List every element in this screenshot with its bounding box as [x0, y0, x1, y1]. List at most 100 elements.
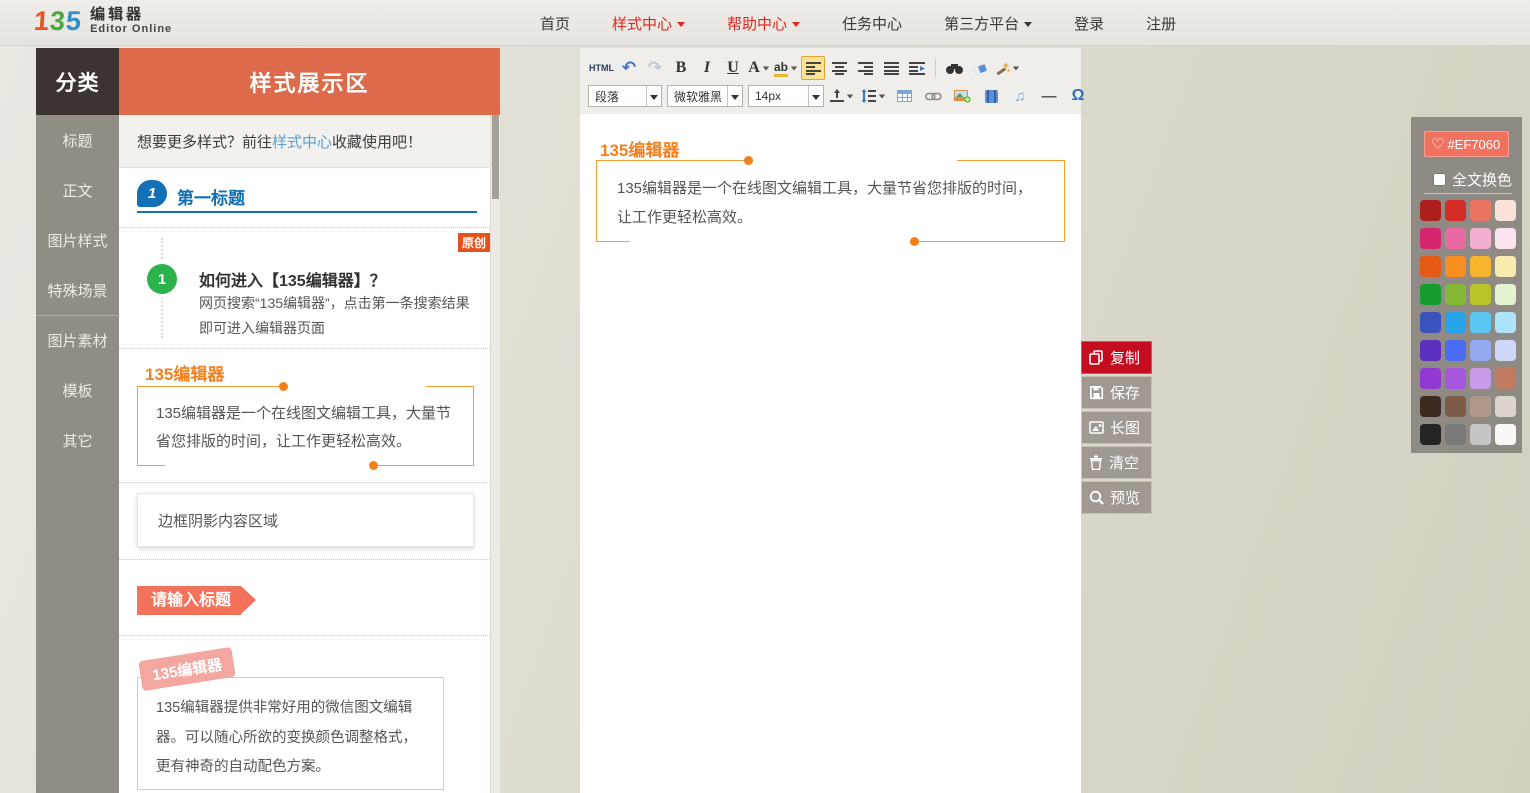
- nav-item-login[interactable]: 登录: [1074, 13, 1104, 34]
- color-swatch[interactable]: [1495, 424, 1516, 445]
- color-swatch[interactable]: [1495, 228, 1516, 249]
- color-swatch[interactable]: [1420, 256, 1441, 277]
- color-swatch[interactable]: [1420, 340, 1441, 361]
- redo-button[interactable]: ↷: [643, 56, 667, 80]
- color-swatch[interactable]: [1495, 340, 1516, 361]
- bold-button[interactable]: B: [669, 56, 693, 80]
- font-color-button[interactable]: A: [747, 56, 771, 80]
- color-swatch[interactable]: [1420, 396, 1441, 417]
- nav-item-third-party[interactable]: 第三方平台: [944, 13, 1032, 34]
- editor-content-body[interactable]: 135编辑器是一个在线图文编辑工具，大量节省您排版的时间，让工作更轻松高效。: [597, 161, 1064, 246]
- sidebar-item-title[interactable]: 标题: [36, 115, 119, 165]
- color-swatch[interactable]: [1445, 396, 1466, 417]
- shadow-box-style[interactable]: 边框阴影内容区域: [137, 493, 474, 547]
- color-swatch[interactable]: [1495, 368, 1516, 389]
- color-swatch[interactable]: [1420, 368, 1441, 389]
- orange-box-style[interactable]: 135编辑器是一个在线图文编辑工具，大量节省您排版的时间，让工作更轻松高效。: [137, 386, 474, 466]
- nav-item-home[interactable]: 首页: [540, 13, 570, 34]
- sidebar-item-other[interactable]: 其它: [36, 415, 119, 465]
- insert-image-button[interactable]: [950, 84, 974, 108]
- editor-content-box[interactable]: 135编辑器是一个在线图文编辑工具，大量节省您排版的时间，让工作更轻松高效。: [596, 160, 1065, 242]
- insert-link-button[interactable]: [921, 84, 945, 108]
- font-size-select[interactable]: 14px: [748, 85, 824, 107]
- sidebar-item-image-style[interactable]: 图片样式: [36, 215, 119, 265]
- color-swatch[interactable]: [1470, 284, 1491, 305]
- style-panel-scrollbar[interactable]: [490, 115, 500, 793]
- color-swatch[interactable]: [1445, 340, 1466, 361]
- font-family-select[interactable]: 微软雅黑: [667, 85, 743, 107]
- qa-number-badge[interactable]: 1: [147, 264, 177, 294]
- insert-table-button[interactable]: [892, 84, 916, 108]
- color-swatch[interactable]: [1470, 368, 1491, 389]
- align-left-button[interactable]: [801, 56, 825, 80]
- eraser-button[interactable]: [968, 56, 992, 80]
- align-right-button[interactable]: [853, 56, 877, 80]
- color-swatch[interactable]: [1495, 200, 1516, 221]
- ribbon-style[interactable]: 请输入标题: [137, 586, 241, 615]
- heading-number-badge[interactable]: 1: [137, 180, 167, 207]
- nav-item-style-center[interactable]: 样式中心: [612, 13, 685, 34]
- paragraph-select[interactable]: 段落: [588, 85, 662, 107]
- color-swatch[interactable]: [1445, 200, 1466, 221]
- long-image-button[interactable]: 长图: [1081, 411, 1152, 444]
- color-swatch[interactable]: [1495, 396, 1516, 417]
- color-swatch[interactable]: [1420, 284, 1441, 305]
- color-swatch[interactable]: [1420, 312, 1441, 333]
- color-swatch[interactable]: [1495, 312, 1516, 333]
- copy-button[interactable]: 复制: [1081, 341, 1152, 374]
- justify-button[interactable]: [879, 56, 903, 80]
- color-swatch[interactable]: [1470, 312, 1491, 333]
- color-swatch[interactable]: [1445, 284, 1466, 305]
- nav-item-register[interactable]: 注册: [1146, 13, 1176, 34]
- color-swatch[interactable]: [1445, 256, 1466, 277]
- editor-content-title[interactable]: 135编辑器: [600, 136, 679, 161]
- highlight-button[interactable]: ab: [773, 56, 799, 80]
- find-replace-button[interactable]: [942, 56, 966, 80]
- clear-button[interactable]: 清空: [1081, 446, 1152, 479]
- undo-button[interactable]: ↶: [617, 56, 641, 80]
- color-swatch[interactable]: [1445, 424, 1466, 445]
- color-swatch[interactable]: [1470, 424, 1491, 445]
- color-swatch[interactable]: [1470, 228, 1491, 249]
- sidebar-item-body-text[interactable]: 正文: [36, 165, 119, 215]
- color-swatch[interactable]: [1445, 312, 1466, 333]
- insert-hr-button[interactable]: —: [1037, 84, 1061, 108]
- orange-box-style-title[interactable]: 135编辑器: [145, 360, 224, 385]
- line-height-button[interactable]: [860, 84, 887, 108]
- color-swatch[interactable]: [1420, 424, 1441, 445]
- color-swatch[interactable]: [1470, 200, 1491, 221]
- insert-video-button[interactable]: [979, 84, 1003, 108]
- sidebar-item-template[interactable]: 模板: [36, 365, 119, 415]
- italic-button[interactable]: I: [695, 56, 719, 80]
- qa-style-title[interactable]: 如何进入【135编辑器】？: [199, 267, 386, 291]
- save-button[interactable]: 保存: [1081, 376, 1152, 409]
- app-logo[interactable]: 135 编辑器 Editor Online: [34, 4, 172, 38]
- color-swatch[interactable]: [1495, 284, 1516, 305]
- color-swatch[interactable]: [1470, 396, 1491, 417]
- color-swatch[interactable]: [1495, 256, 1516, 277]
- full-text-recolor-checkbox[interactable]: [1433, 173, 1446, 186]
- color-swatch[interactable]: [1420, 200, 1441, 221]
- pink-box-style[interactable]: 135编辑器提供非常好用的微信图文编辑器。可以随心所欲的变换颜色调整格式，更有神…: [137, 677, 444, 790]
- qa-style-body[interactable]: 网页搜索“135编辑器”，点击第一条搜索结果即可进入编辑器页面: [199, 291, 473, 341]
- indent-button[interactable]: [905, 56, 929, 80]
- editor-canvas[interactable]: 135编辑器 135编辑器是一个在线图文编辑工具，大量节省您排版的时间，让工作更…: [580, 114, 1081, 793]
- style-center-link[interactable]: 样式中心: [272, 131, 332, 152]
- nav-item-help-center[interactable]: 帮助中心: [727, 13, 800, 34]
- color-swatch[interactable]: [1470, 340, 1491, 361]
- preview-button[interactable]: 预览: [1081, 481, 1152, 514]
- color-swatch[interactable]: [1470, 256, 1491, 277]
- letter-spacing-button[interactable]: [829, 84, 855, 108]
- auto-format-button[interactable]: [994, 56, 1021, 80]
- sidebar-item-special-scene[interactable]: 特殊场景: [36, 265, 119, 315]
- scrollbar-thumb[interactable]: [492, 115, 499, 199]
- align-center-button[interactable]: [827, 56, 851, 80]
- heading-style-text[interactable]: 第一标题: [177, 184, 245, 209]
- underline-button[interactable]: U: [721, 56, 745, 80]
- color-swatch[interactable]: [1445, 228, 1466, 249]
- current-color-button[interactable]: ♡ #EF7060: [1424, 131, 1509, 157]
- color-swatch[interactable]: [1445, 368, 1466, 389]
- special-char-button[interactable]: Ω: [1066, 84, 1090, 108]
- nav-item-task-center[interactable]: 任务中心: [842, 13, 902, 34]
- color-swatch[interactable]: [1420, 228, 1441, 249]
